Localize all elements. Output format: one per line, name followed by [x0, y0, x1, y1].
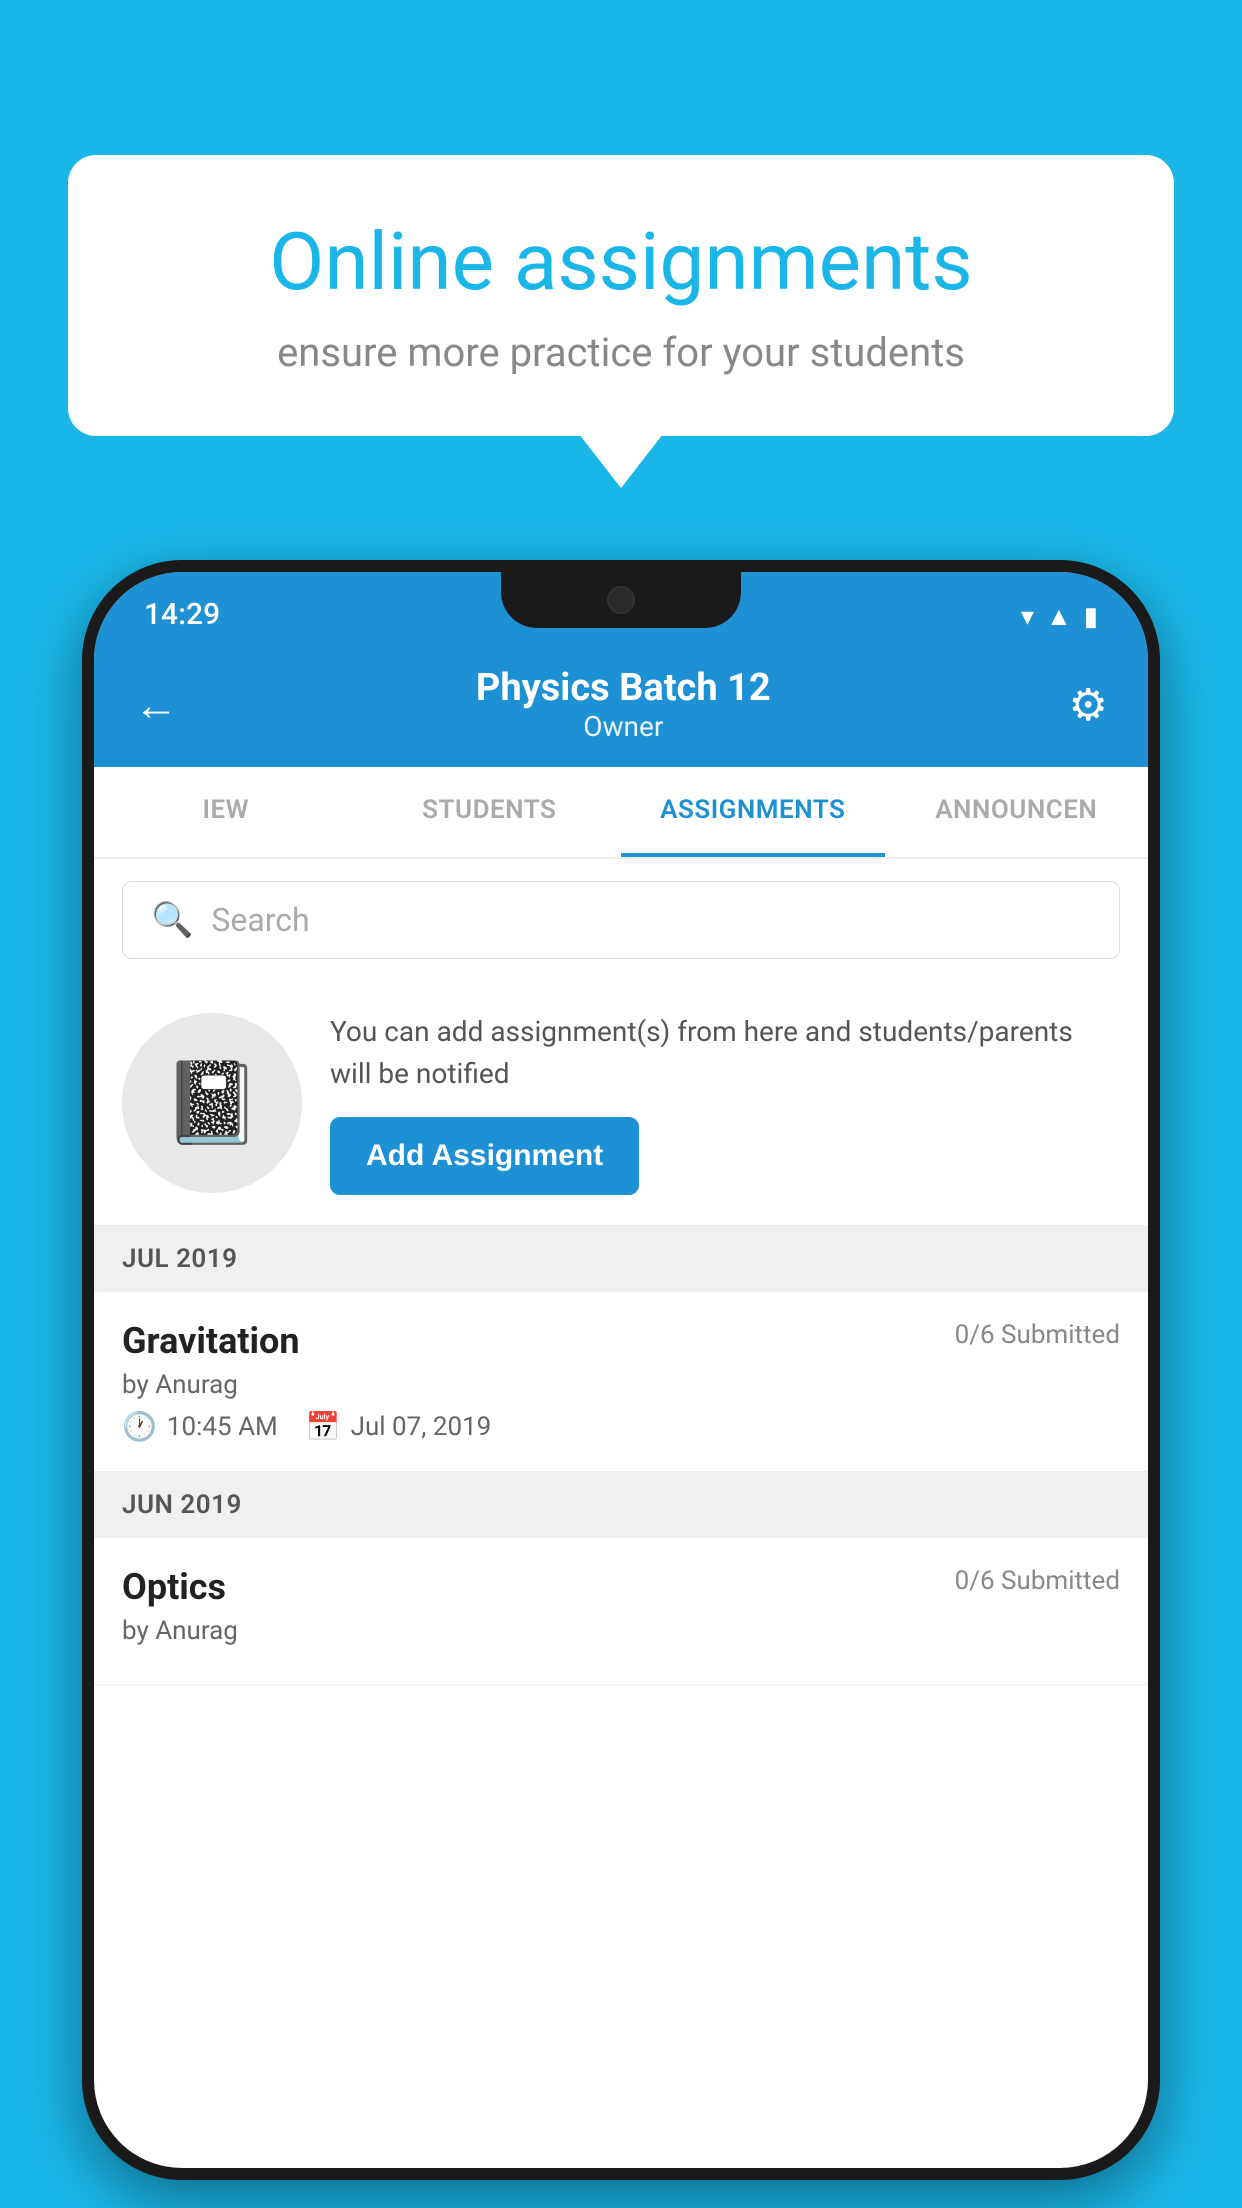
- tab-announcements[interactable]: ANNOUNCEN: [885, 767, 1149, 857]
- signal-icon: ▲: [1046, 601, 1072, 632]
- phone-mockup: 14:29 ▾ ▲ ▮ ← Physics Batch 12 Owner ⚙ I…: [82, 560, 1160, 2180]
- search-placeholder: Search: [211, 901, 309, 939]
- assignment-item-gravitation[interactable]: Gravitation 0/6 Submitted by Anurag 🕐 10…: [94, 1292, 1148, 1472]
- promo-description: You can add assignment(s) from here and …: [330, 1011, 1120, 1095]
- add-assignment-button[interactable]: Add Assignment: [330, 1117, 639, 1195]
- app-header: ← Physics Batch 12 Owner ⚙: [94, 644, 1148, 767]
- speech-bubble-subtitle: ensure more practice for your students: [148, 329, 1094, 376]
- meta-time-gravitation: 🕐 10:45 AM: [122, 1410, 278, 1443]
- wifi-icon: ▾: [1021, 602, 1034, 632]
- section-header-jun2019: JUN 2019: [94, 1472, 1148, 1538]
- speech-bubble-container: Online assignments ensure more practice …: [68, 155, 1174, 436]
- search-icon: 🔍: [151, 900, 193, 940]
- battery-icon: ▮: [1084, 602, 1098, 632]
- tab-students[interactable]: STUDENTS: [358, 767, 622, 857]
- assignment-submitted-optics: 0/6 Submitted: [955, 1566, 1120, 1596]
- assignment-submitted-gravitation: 0/6 Submitted: [955, 1320, 1120, 1350]
- tab-assignments[interactable]: ASSIGNMENTS: [621, 767, 885, 857]
- speech-bubble: Online assignments ensure more practice …: [68, 155, 1174, 436]
- phone-notch: [501, 572, 741, 628]
- speech-bubble-title: Online assignments: [148, 215, 1094, 309]
- tabs-container: IEW STUDENTS ASSIGNMENTS ANNOUNCEN: [94, 767, 1148, 859]
- calendar-icon: 📅: [306, 1410, 341, 1443]
- back-button[interactable]: ←: [134, 679, 178, 731]
- promo-card: 📓 You can add assignment(s) from here an…: [94, 981, 1148, 1226]
- clock-icon: 🕐: [122, 1410, 157, 1443]
- promo-text: You can add assignment(s) from here and …: [330, 1011, 1120, 1195]
- header-subtitle: Owner: [476, 710, 771, 743]
- assignment-date-gravitation: Jul 07, 2019: [351, 1412, 492, 1442]
- status-icons: ▾ ▲ ▮: [1021, 601, 1098, 632]
- section-header-jul2019: JUL 2019: [94, 1226, 1148, 1292]
- status-time: 14:29: [144, 597, 220, 632]
- notebook-icon: 📓: [162, 1056, 262, 1150]
- search-bar[interactable]: 🔍 Search: [122, 881, 1120, 959]
- meta-date-gravitation: 📅 Jul 07, 2019: [306, 1410, 492, 1443]
- phone-camera: [607, 586, 635, 614]
- assignment-title-optics: Optics: [122, 1566, 226, 1608]
- tab-iew[interactable]: IEW: [94, 767, 358, 857]
- assignment-row1-optics: Optics 0/6 Submitted: [122, 1566, 1120, 1608]
- assignment-row1: Gravitation 0/6 Submitted: [122, 1320, 1120, 1362]
- phone-screen: 14:29 ▾ ▲ ▮ ← Physics Batch 12 Owner ⚙ I…: [94, 572, 1148, 2168]
- phone-outer: 14:29 ▾ ▲ ▮ ← Physics Batch 12 Owner ⚙ I…: [82, 560, 1160, 2180]
- assignment-time-gravitation: 10:45 AM: [167, 1412, 278, 1442]
- settings-icon[interactable]: ⚙: [1069, 679, 1108, 731]
- header-title: Physics Batch 12: [476, 666, 771, 710]
- assignment-author-gravitation: by Anurag: [122, 1370, 1120, 1400]
- promo-icon-circle: 📓: [122, 1013, 302, 1193]
- assignment-meta-gravitation: 🕐 10:45 AM 📅 Jul 07, 2019: [122, 1410, 1120, 1443]
- search-container: 🔍 Search: [94, 859, 1148, 981]
- assignment-item-optics[interactable]: Optics 0/6 Submitted by Anurag: [94, 1538, 1148, 1685]
- header-title-group: Physics Batch 12 Owner: [476, 666, 771, 743]
- assignment-author-optics: by Anurag: [122, 1616, 1120, 1646]
- assignment-title-gravitation: Gravitation: [122, 1320, 300, 1362]
